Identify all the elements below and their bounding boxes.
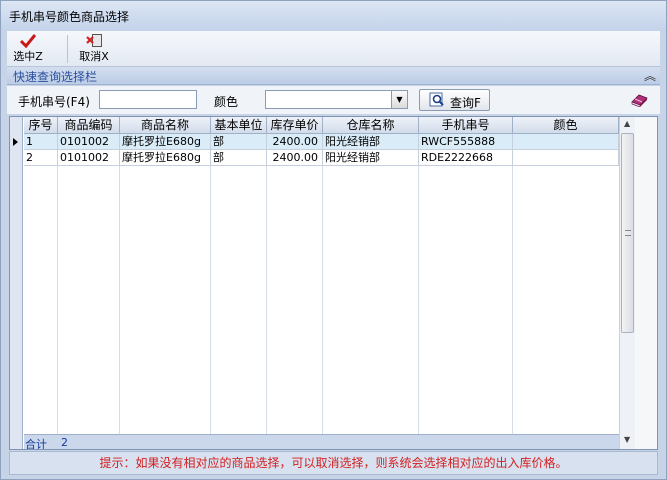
column-divider	[322, 134, 323, 434]
cell-price[interactable]: 2400.00	[267, 150, 323, 166]
chevron-down-icon[interactable]: ▼	[391, 91, 407, 108]
goods-grid: 序号 商品编码 商品名称 基本单位 库存单价 仓库名称 手机串号 颜色 1 01…	[9, 116, 658, 450]
cancel-icon	[86, 34, 102, 47]
quick-search-title: 快速查询选择栏	[13, 70, 98, 84]
grip-icon	[625, 230, 631, 236]
cell-color[interactable]	[513, 134, 619, 150]
collapse-icon[interactable]: ︽	[644, 67, 656, 84]
cell-name[interactable]: 摩托罗拉E680g	[120, 150, 211, 166]
row-indicator-column	[10, 117, 23, 449]
column-divider	[418, 134, 419, 434]
col-header-warehouse[interactable]: 仓库名称	[323, 117, 419, 134]
dialog-window: 手机串号颜色商品选择 选中Z 取消X 快速查询选择栏 ︽ 手机串号(F4) 颜色	[0, 0, 667, 480]
column-divider	[119, 134, 120, 434]
footer-total-label: 合计	[25, 438, 47, 450]
color-select[interactable]: ▼	[265, 90, 408, 109]
cancel-button-label: 取消X	[79, 50, 109, 63]
cancel-button[interactable]: 取消X	[75, 33, 113, 65]
cell-seq[interactable]: 1	[24, 134, 58, 150]
cell-warehouse[interactable]: 阳光经销部	[323, 150, 419, 166]
scroll-down-icon[interactable]: ▼	[624, 435, 630, 444]
cell-serial[interactable]: RWCF555888	[419, 134, 513, 150]
cell-seq[interactable]: 2	[24, 150, 58, 166]
grid-footer: 合计 2	[24, 434, 619, 450]
footer-total-count: 2	[61, 436, 68, 449]
select-button[interactable]: 选中Z	[11, 33, 45, 65]
checkmark-icon	[20, 34, 36, 48]
col-header-name[interactable]: 商品名称	[120, 117, 211, 134]
col-header-seq[interactable]: 序号	[24, 117, 58, 134]
toolbar-separator	[67, 35, 68, 63]
col-header-color[interactable]: 颜色	[513, 117, 619, 134]
serial-input[interactable]	[99, 90, 197, 109]
col-header-serial[interactable]: 手机串号	[419, 117, 513, 134]
vertical-scrollbar[interactable]: ▲ ▼	[619, 117, 635, 449]
scroll-up-icon[interactable]: ▲	[624, 119, 630, 128]
cell-code[interactable]: 0101002	[58, 134, 120, 150]
query-button[interactable]: 查询F	[419, 89, 490, 111]
title-bar: 手机串号颜色商品选择	[1, 1, 666, 31]
cell-unit[interactable]: 部	[211, 150, 267, 166]
magnifier-icon	[429, 92, 444, 107]
cell-color[interactable]	[513, 150, 619, 166]
hint-bar: 提示：如果没有相对应的商品选择，可以取消选择，则系统会选择相对应的出入库价格。	[9, 451, 658, 475]
query-button-label: 查询F	[450, 96, 481, 110]
cell-name[interactable]: 摩托罗拉E680g	[120, 134, 211, 150]
column-divider	[57, 134, 58, 434]
book-icon[interactable]	[630, 91, 648, 107]
col-header-code[interactable]: 商品编码	[58, 117, 120, 134]
quick-search-bar: 快速查询选择栏 ︽	[7, 67, 660, 85]
col-header-unit[interactable]: 基本单位	[211, 117, 267, 134]
column-divider	[512, 134, 513, 434]
column-divider	[210, 134, 211, 434]
grid-right-padding	[635, 117, 657, 449]
current-row-arrow-icon	[13, 138, 18, 146]
serial-label: 手机串号(F4)	[18, 95, 90, 109]
search-row: 手机串号(F4) 颜色 ▼ 查询F	[7, 86, 660, 114]
cell-code[interactable]: 0101002	[58, 150, 120, 166]
hint-text: 提示：如果没有相对应的商品选择，可以取消选择，则系统会选择相对应的出入库价格。	[99, 456, 568, 470]
cell-warehouse[interactable]: 阳光经销部	[323, 134, 419, 150]
color-label: 颜色	[214, 95, 239, 109]
cell-price[interactable]: 2400.00	[267, 134, 323, 150]
column-divider	[266, 134, 267, 434]
toolbar: 选中Z 取消X	[7, 31, 660, 67]
select-button-label: 选中Z	[13, 50, 43, 63]
window-title: 手机串号颜色商品选择	[9, 10, 130, 24]
cell-serial[interactable]: RDE2222668	[419, 150, 513, 166]
scroll-thumb[interactable]	[621, 133, 634, 333]
col-header-price[interactable]: 库存单价	[267, 117, 323, 134]
cell-unit[interactable]: 部	[211, 134, 267, 150]
